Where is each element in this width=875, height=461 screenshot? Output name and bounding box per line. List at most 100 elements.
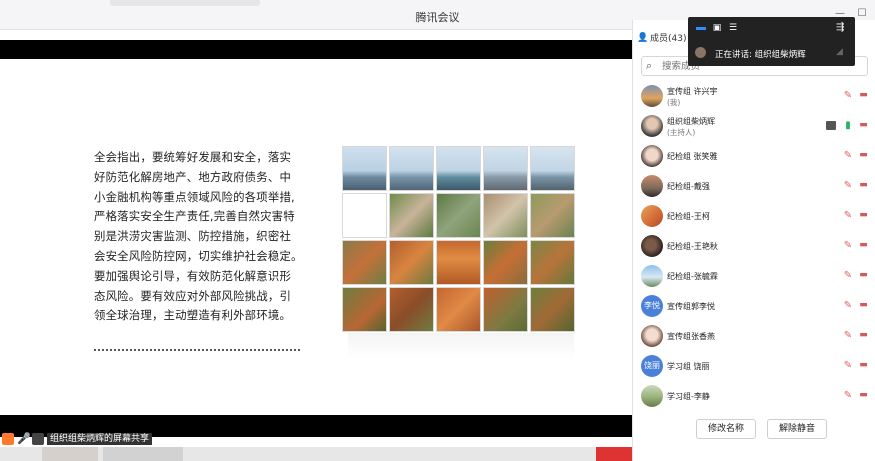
camera-off-icon[interactable]: ▬ [858,271,869,280]
photo-tile [483,287,528,332]
avatar [641,85,663,107]
mic-muted-icon[interactable]: ✎ [843,270,853,282]
member-name: 宣传组郭李悦 [667,302,715,311]
slide-line: 好防范化解房地产、地方政府债务、中 [94,169,292,184]
mic-muted-icon[interactable]: ✎ [843,90,853,102]
avatar [641,325,663,347]
taskbar-item[interactable] [103,447,183,461]
photo-tile [483,240,528,285]
menu-icon[interactable]: ⇶ [836,23,847,33]
photo-tile [342,193,387,238]
avatar [641,145,663,167]
mic-muted-icon[interactable]: ✎ [843,150,853,162]
member-name: 纪检组-王艳秋 [667,242,718,251]
photo-tile [389,146,434,191]
photo-tile [530,193,575,238]
member-row[interactable]: 组织组柴炳辉 (主持人) ▮ ▬ [633,113,875,143]
photo-tile [389,240,434,285]
speaking-overlay: ▣ ☰ ⇶ 正在讲话: 组织组柴炳辉 ◢ [688,17,855,66]
member-name: 纪检组-戴强 [667,182,710,191]
member-row[interactable]: 纪检组 张笑雅 ✎ ▬ [633,143,875,173]
camera-off-icon[interactable]: ▬ [858,391,869,400]
member-name: 学习组 饶丽 [667,362,710,371]
camera-off-icon[interactable]: ▬ [858,331,869,340]
slide-line: 会安全风险防控网，切实维护社会稳定。 [94,248,303,263]
search-icon: ⌕ [646,59,653,72]
avatar [641,265,663,287]
photo-tile [530,240,575,285]
camera-off-icon[interactable]: ▬ [858,151,869,160]
mic-muted-icon[interactable]: ✎ [843,210,853,222]
member-name: 纪检组 张笑雅 [667,152,718,161]
photo-tile [436,240,481,285]
slide-text: 全会指出，要统筹好发展和安全，落实 好防范化解房地产、地方政府债务、中 小金融机… [94,148,308,326]
member-name: 组织组柴炳辉 [667,117,715,126]
signal-icon: ◢ [836,47,843,57]
list-icon[interactable]: ☰ [728,23,738,33]
taskbar [0,447,684,461]
member-row[interactable]: 纪检组-王艳秋 ✎ ▬ [633,233,875,263]
member-name: 纪检组-王柯 [667,212,710,221]
members-panel: 👤 成员(43) ⌕ 宣传组 许兴宇 (我) ✎ ▬ 组织组柴炳辉 (主持人) … [632,20,875,461]
avatar [641,175,663,197]
user-icon[interactable] [2,433,14,445]
camera-off-icon[interactable]: ▬ [858,181,869,190]
slide-line: 态风险。要有效应对外部风险挑战，引 [94,288,292,303]
mic-muted-icon[interactable]: ✎ [843,330,853,342]
photo-tile [436,287,481,332]
mic-muted-icon[interactable]: ✎ [843,300,853,312]
avatar: 李悦 [641,295,663,317]
member-row[interactable]: 饶丽 学习组 饶丽 ✎ ▬ [633,353,875,383]
photo-tile [530,287,575,332]
camera-off-icon[interactable]: ▬ [858,241,869,250]
window-icon[interactable]: ▣ [712,23,722,33]
camera-off-icon[interactable]: ▬ [858,121,869,130]
avatar [641,205,663,227]
slide-photo-grid [342,146,575,332]
mic-muted-icon[interactable]: ✎ [843,240,853,252]
slide-line: 小金融机构等重点领域风险的各项举措, [94,189,295,204]
dotted-divider [94,349,300,351]
photo-tile [342,287,387,332]
camera-off-icon[interactable]: ▬ [858,211,869,220]
share-status-label: 组织组柴炳辉的屏幕共享 [47,433,153,445]
avatar: 饶丽 [641,355,663,377]
photo-tile [342,240,387,285]
avatar [641,115,663,137]
photo-tile [342,146,387,191]
slide-line: 别是洪涝灾害监测、防控措施，织密社 [94,229,292,244]
member-name: 纪检组-张毓霖 [667,272,718,281]
mic-muted-icon[interactable]: ✎ [843,360,853,372]
member-row[interactable]: 宣传组张香燕 ✎ ▬ [633,323,875,353]
member-row[interactable]: 纪检组-王柯 ✎ ▬ [633,203,875,233]
member-row[interactable]: 纪检组-张毓霖 ✎ ▬ [633,263,875,293]
member-row[interactable]: 李悦 宣传组郭李悦 ✎ ▬ [633,293,875,323]
speaking-label: 正在讲话: 组织组柴炳辉 [715,50,806,60]
avatar [641,385,663,407]
member-name: 宣传组 许兴宇 [667,87,718,96]
member-row[interactable]: 纪检组-戴强 ✎ ▬ [633,173,875,203]
microphone-icon[interactable]: 🎤 [17,433,31,445]
rename-button[interactable]: 修改名称 [696,419,756,439]
camera-off-icon[interactable]: ▬ [858,361,869,370]
photo-tile [530,146,575,191]
photo-tile [483,193,528,238]
photo-tile [389,287,434,332]
mic-on-icon[interactable]: ▮ [843,120,853,132]
slide-line: 领全球治理，主动塑造有利外部环境。 [94,308,292,323]
unmute-button[interactable]: 解除静音 [767,419,827,439]
members-header: 👤 成员(43) [637,31,686,45]
camera-off-icon[interactable]: ▬ [858,91,869,100]
camera-off-icon[interactable]: ▬ [858,301,869,310]
taskbar-item[interactable] [42,447,98,461]
screen-share-icon[interactable] [32,433,44,445]
member-row[interactable]: 学习组-李静 ✎ ▬ [633,383,875,413]
member-row[interactable]: 宣传组 许兴宇 (我) ✎ ▬ [633,83,875,113]
member-name: 学习组-李静 [667,392,710,401]
mic-muted-icon[interactable]: ✎ [843,180,853,192]
mic-muted-icon[interactable]: ✎ [843,390,853,402]
maximize-icon[interactable]: ☐ [855,8,869,20]
member-name: 宣传组张香燕 [667,332,715,341]
minimize-icon[interactable] [696,27,706,30]
slide-line: 要加强舆论引导，有效防范化解意识形 [94,268,292,283]
